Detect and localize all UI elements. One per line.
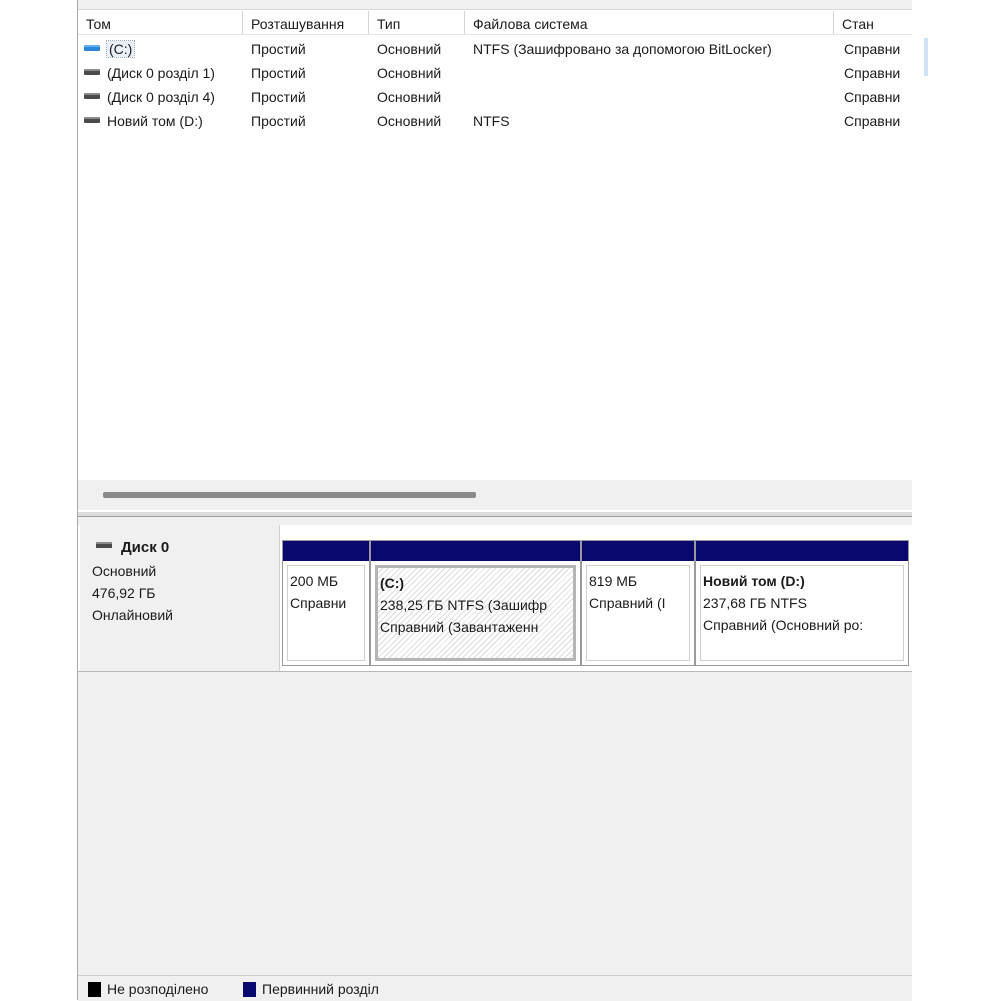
volume-type: Основний: [377, 41, 442, 57]
volume-row[interactable]: (Диск 0 розділ 1) Простий Основний Справ…: [78, 61, 912, 85]
disk-type: Основний: [92, 563, 157, 579]
toolbar-edge: [78, 0, 912, 10]
volume-name: (C:): [105, 40, 136, 58]
partition-type-bar: [582, 541, 694, 561]
volume-filesystem: NTFS: [473, 113, 510, 129]
volume-layout: Простий: [251, 113, 306, 129]
partition-status: Справний (Завантаженн: [380, 619, 539, 635]
volume-type: Основний: [377, 113, 442, 129]
column-header-volume[interactable]: Том: [78, 11, 243, 34]
partition-block[interactable]: 819 МБ Справний (I: [581, 540, 695, 666]
column-header-filesystem[interactable]: Файлова система: [465, 11, 834, 34]
volume-icon: [84, 93, 100, 100]
volume-layout: Простий: [251, 89, 306, 105]
disk-icon: [96, 542, 112, 549]
right-panel-strip: [914, 0, 1000, 1000]
partition-size: 819 МБ: [589, 573, 638, 589]
volume-filesystem: [473, 61, 834, 85]
legend-label: Не розподілено: [107, 981, 209, 997]
column-header-type[interactable]: Тип: [369, 11, 465, 34]
partition-type-bar: [696, 541, 908, 561]
column-header-layout[interactable]: Розташування: [243, 11, 369, 34]
legend-item-unallocated: Не розподілено: [88, 979, 208, 999]
partition-block[interactable]: (C:) 238,25 ГБ NTFS (Зашифр Справний (За…: [370, 540, 581, 666]
graphical-view: Диск 0 Основний 476,92 ГБ Онлайновий 200…: [78, 517, 912, 1000]
disk-state: Онлайновий: [92, 607, 173, 623]
volume-name: Новий том (D:): [107, 113, 203, 129]
volume-icon: [84, 69, 100, 76]
unallocated-swatch: [88, 981, 101, 997]
legend-bar: Не розподілено Первинний розділ: [78, 975, 912, 1001]
partition-status: Справни: [290, 595, 347, 611]
volume-filesystem: NTFS (Зашифровано за допомогою BitLocker…: [473, 41, 772, 57]
partition-type-bar: [371, 541, 580, 561]
volume-type: Основний: [377, 89, 442, 105]
volume-status: Справни: [844, 65, 901, 81]
volume-layout: Простий: [251, 41, 306, 57]
volume-row[interactable]: (C:) Простий Основний NTFS (Зашифровано …: [78, 37, 912, 61]
partition-type-bar: [283, 541, 369, 561]
partition-block[interactable]: Новий том (D:) 237,68 ГБ NTFS Справний (…: [695, 540, 909, 666]
volume-status: Справни: [844, 113, 901, 129]
primary-swatch: [243, 981, 256, 997]
volume-row[interactable]: Новий том (D:) Простий Основний NTFS Спр…: [78, 109, 912, 133]
selection-accent: [924, 38, 928, 76]
partition-title: (C:): [380, 575, 405, 591]
volume-status: Справни: [844, 41, 901, 57]
volume-icon: [84, 117, 100, 124]
partition-size: 238,25 ГБ NTFS (Зашифр: [380, 597, 548, 613]
disk-size: 476,92 ГБ: [92, 585, 156, 601]
column-header-status[interactable]: Стан: [834, 11, 912, 34]
volume-filesystem: [473, 85, 834, 109]
disk-row: Диск 0 Основний 476,92 ГБ Онлайновий 200…: [78, 525, 912, 672]
volume-layout: Простий: [251, 65, 306, 81]
partition-title: Новий том (D:): [703, 573, 805, 589]
volume-list-header: Том Розташування Тип Файлова система Ста…: [78, 11, 912, 35]
volume-name: (Диск 0 розділ 1): [107, 65, 215, 81]
partition-block[interactable]: 200 МБ Справни: [282, 540, 370, 666]
legend-label: Первинний розділ: [262, 981, 379, 997]
disk-name: Диск 0: [121, 539, 170, 556]
partition-status: Справний (I: [589, 595, 666, 611]
volume-row[interactable]: (Диск 0 розділ 4) Простий Основний Справ…: [78, 85, 912, 109]
volume-type: Основний: [377, 65, 442, 81]
partition-size: 200 МБ: [290, 573, 339, 589]
scrollbar-thumb[interactable]: [103, 492, 476, 498]
horizontal-scrollbar[interactable]: [78, 480, 912, 510]
volume-name: (Диск 0 розділ 4): [107, 89, 215, 105]
volume-status: Справни: [844, 89, 901, 105]
legend-item-primary: Первинний розділ: [243, 979, 379, 999]
volume-list: Том Розташування Тип Файлова система Ста…: [78, 0, 912, 512]
partition-size: 237,68 ГБ NTFS: [703, 595, 807, 611]
volume-icon: [84, 45, 100, 52]
partition-status: Справний (Основний ро:: [703, 617, 864, 633]
disk-label-panel[interactable]: Диск 0 Основний 476,92 ГБ Онлайновий: [80, 525, 280, 671]
